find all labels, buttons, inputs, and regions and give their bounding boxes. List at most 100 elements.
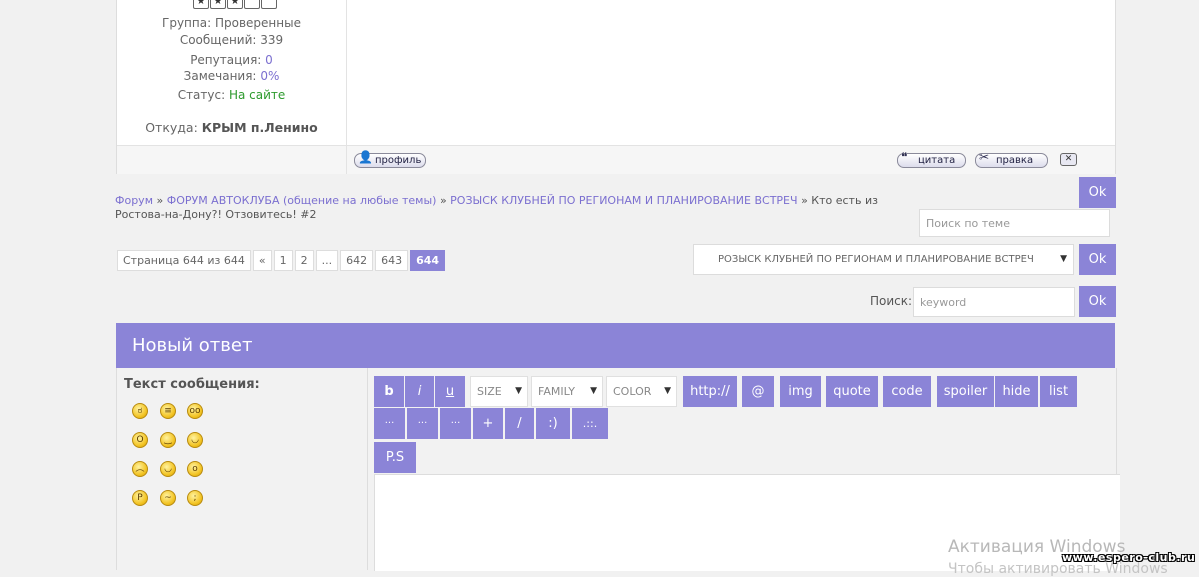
rating-star: ★ [210, 0, 226, 9]
profile-button[interactable]: 👤 профиль [354, 151, 427, 168]
quote-button[interactable]: ❝ цитата [897, 150, 967, 168]
from-value: КРЫМ п.Ленино [201, 120, 318, 135]
reputation-label: Репутация: [190, 53, 262, 67]
edit-button[interactable]: ✂ правка [975, 150, 1049, 168]
status-label: Статус: [177, 88, 226, 102]
search-label: Поиск: [870, 294, 913, 308]
bold-button[interactable]: b [374, 376, 404, 407]
forum-jump-value: РОЗЫСК КЛУБНЕЙ ПО РЕГИОНАМ И ПЛАНИРОВАНИ… [718, 254, 1034, 265]
breadcrumb-separator: » [439, 194, 447, 207]
smiley-cool-icon[interactable]: oo [187, 403, 203, 419]
warnings-line: Замечания: 0% [117, 69, 346, 83]
post-content [347, 0, 1115, 145]
smiley-shout-icon[interactable]: O [132, 432, 148, 448]
align-right-button[interactable]: ··· [440, 408, 471, 439]
smiley-grin-icon[interactable]: ≡ [160, 403, 176, 419]
smiley-angry-icon[interactable]: ಠ [132, 403, 148, 419]
breadcrumb-separator: » [801, 194, 808, 207]
smiley-smile-icon[interactable]: ◡ [187, 432, 203, 448]
smiley-blush-icon[interactable]: ‿ [160, 432, 176, 448]
list-button[interactable]: list [1040, 376, 1077, 407]
quote-icon: ❝ [901, 150, 908, 164]
search-input[interactable]: keyword [913, 287, 1075, 317]
delete-button[interactable]: ✕ [1060, 153, 1077, 166]
breadcrumb-link-club[interactable]: ФОРУМ АВТОКЛУБА (общение на любые темы) [167, 194, 437, 207]
messages-value: 339 [260, 33, 284, 47]
dropdown-arrow-icon: ▼ [590, 386, 597, 396]
post-footer: 👤 профиль ❝ цитата ✂ правка ✕ [117, 145, 1115, 174]
spoiler-button[interactable]: spoiler [937, 376, 994, 407]
group-value: Проверенные [214, 16, 301, 30]
add-button[interactable]: + [473, 408, 503, 439]
special-chars-button[interactable]: .::. [572, 408, 608, 439]
smiley-sad-icon[interactable]: ︵ [132, 461, 148, 477]
color-select[interactable]: COLOR ▼ [606, 376, 677, 407]
smiley-wink-icon[interactable]: ; [187, 490, 203, 506]
code-button[interactable]: code [883, 376, 931, 407]
group-label: Группа: [162, 16, 212, 30]
group-line: Группа: Проверенные [117, 16, 346, 30]
messages-line: Сообщений: 339 [117, 33, 346, 47]
reply-title: Новый ответ [116, 323, 1115, 368]
quote-button-label: цитата [918, 155, 956, 166]
quote-tag-button[interactable]: quote [826, 376, 878, 407]
warnings-value[interactable]: 0% [260, 69, 279, 83]
page-current[interactable]: 644 [410, 250, 446, 271]
topic-search-ok-button[interactable]: Ok [1079, 177, 1116, 208]
dropdown-arrow-icon: ▼ [515, 386, 522, 396]
from-line: Откуда: КРЫМ п.Ленино [117, 120, 346, 135]
size-select[interactable]: SIZE ▼ [470, 376, 528, 407]
warnings-label: Замечания: [183, 69, 257, 83]
scissors-icon: ✂ [979, 150, 990, 164]
page-ellipsis[interactable]: ... [315, 250, 339, 271]
align-center-button[interactable]: ··· [407, 408, 438, 439]
italic-button[interactable]: i [405, 376, 434, 407]
breadcrumb-link-forum[interactable]: Форум [115, 194, 153, 207]
smiles-button[interactable]: :) [536, 408, 570, 439]
from-label: Откуда: [145, 120, 198, 135]
smiley-surprised-icon[interactable]: o [187, 461, 203, 477]
topic-search-input[interactable]: Поиск по теме [919, 209, 1110, 237]
smiley-tongue-icon[interactable]: P [132, 490, 148, 506]
reputation-line: Репутация: 0 [117, 53, 346, 67]
profile-button-label: профиль [375, 155, 422, 166]
status-value: На сайте [228, 88, 286, 102]
pagination-label: Страница 644 из 644 [117, 250, 251, 271]
page-link[interactable]: 1 [273, 250, 293, 271]
slash-button[interactable]: / [505, 408, 534, 439]
messages-label: Сообщений: [179, 33, 257, 47]
rating-star: ★ [227, 0, 243, 9]
edit-button-label: правка [996, 155, 1034, 166]
rating-star: ★ [193, 0, 209, 9]
site-watermark: www.espero-club.ru [1062, 551, 1196, 564]
dropdown-arrow-icon: ▼ [664, 386, 671, 396]
family-select-label: FAMILY [538, 385, 575, 398]
status-line: Статус: На сайте [117, 88, 346, 102]
rating-stars: ★ ★ ★ [193, 0, 277, 9]
hide-button[interactable]: hide [995, 376, 1038, 407]
reply-left-panel: Текст сообщения: ಠ ≡ oo O ‿ ◡ ︵ ◡ o P ~ … [117, 368, 368, 570]
forum-jump-ok-button[interactable]: Ok [1079, 244, 1116, 275]
color-select-label: COLOR [613, 385, 652, 398]
page-link[interactable]: 643 [375, 250, 409, 271]
align-left-button[interactable]: ··· [374, 408, 405, 439]
forum-jump-select[interactable]: РОЗЫСК КЛУБНЕЙ ПО РЕГИОНАМ И ПЛАНИРОВАНИ… [693, 244, 1074, 275]
dropdown-arrow-icon: ▼ [1060, 254, 1067, 264]
page-link[interactable]: 642 [340, 250, 374, 271]
breadcrumb-link-section[interactable]: РОЗЫСК КЛУБНЕЙ ПО РЕГИОНАМ И ПЛАНИРОВАНИ… [450, 194, 797, 207]
breadcrumb: Форум » ФОРУМ АВТОКЛУБА (общение на любы… [115, 194, 905, 222]
page-prev[interactable]: « [252, 250, 272, 271]
rating-star [261, 0, 277, 9]
smiley-happy-icon[interactable]: ◡ [160, 461, 176, 477]
url-button[interactable]: http:// [683, 376, 737, 407]
smiley-confused-icon[interactable]: ~ [160, 490, 176, 506]
family-select[interactable]: FAMILY ▼ [531, 376, 603, 407]
reputation-value[interactable]: 0 [265, 53, 273, 67]
img-button[interactable]: img [780, 376, 821, 407]
email-button[interactable]: @ [742, 376, 774, 407]
underline-button[interactable]: u [435, 376, 465, 407]
post-author-panel: ★ ★ ★ Группа: Проверенные Сообщений: 339… [117, 0, 347, 145]
ps-button[interactable]: P.S [374, 442, 416, 473]
search-ok-button[interactable]: Ok [1079, 286, 1116, 317]
page-link[interactable]: 2 [294, 250, 314, 271]
